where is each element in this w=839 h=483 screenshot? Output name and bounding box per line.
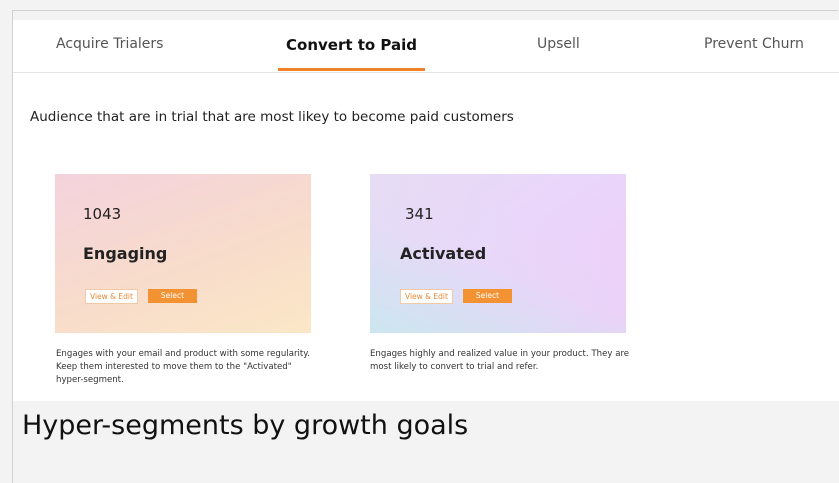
segment-title: Engaging bbox=[83, 244, 168, 263]
segment-description-engaging: Engages with your email and product with… bbox=[56, 349, 310, 385]
goal-tabs: Acquire Trialers Convert to Paid Upsell … bbox=[13, 20, 839, 73]
active-tab-indicator bbox=[278, 68, 425, 71]
select-button[interactable]: Select bbox=[463, 289, 512, 303]
segment-count: 341 bbox=[405, 205, 434, 223]
segments-panel: Acquire Trialers Convert to Paid Upsell … bbox=[13, 20, 839, 401]
tab-acquire-trialers[interactable]: Acquire Trialers bbox=[56, 36, 163, 56]
segment-title: Activated bbox=[400, 244, 487, 263]
segment-card-activated: 341 Activated View & Edit Select bbox=[370, 174, 626, 333]
view-edit-button[interactable]: View & Edit bbox=[85, 289, 138, 304]
tab-convert-to-paid[interactable]: Convert to Paid bbox=[286, 36, 417, 56]
slide-caption: Hyper-segments by growth goals bbox=[22, 410, 469, 441]
segment-card-engaging: 1043 Engaging View & Edit Select bbox=[55, 174, 311, 333]
view-edit-button[interactable]: View & Edit bbox=[400, 289, 453, 304]
tab-prevent-churn[interactable]: Prevent Churn bbox=[704, 36, 804, 56]
select-button[interactable]: Select bbox=[148, 289, 197, 303]
segment-description-activated: Engages highly and realized value in you… bbox=[370, 349, 630, 372]
tab-upsell[interactable]: Upsell bbox=[537, 36, 580, 56]
segment-count: 1043 bbox=[83, 205, 122, 223]
section-intro: Audience that are in trial that are most… bbox=[30, 109, 514, 125]
